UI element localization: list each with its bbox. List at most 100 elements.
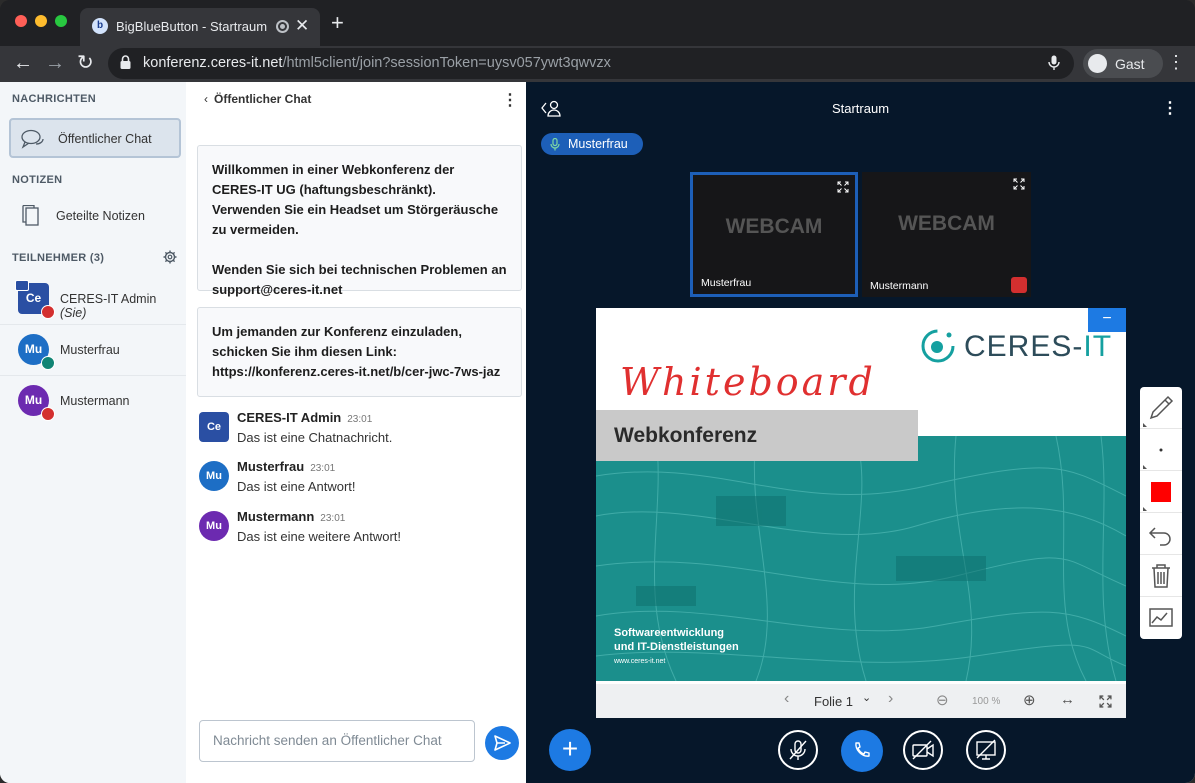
participant-item[interactable]: Ce CERES-IT Admin (Sie) bbox=[0, 275, 186, 325]
tab-title: BigBlueButton - Startraum bbox=[116, 19, 268, 34]
browser-toolbar: ← → ↻ konferenz.ceres-it.net/html5client… bbox=[0, 46, 1195, 82]
profile-button[interactable]: Gast bbox=[1083, 49, 1163, 78]
browser-menu-icon[interactable]: ⋮ bbox=[1167, 52, 1185, 73]
send-button[interactable] bbox=[485, 726, 519, 760]
slide-subtitle: Softwareentwicklung und IT-Dienstleistung… bbox=[614, 626, 739, 654]
notes-heading: NOTIZEN bbox=[12, 174, 63, 186]
options-menu-icon[interactable]: ⋮ bbox=[1162, 98, 1178, 118]
zoom-out-icon[interactable]: ⊖ bbox=[936, 691, 949, 709]
invite-message: Um jemanden zur Konferenz einzuladen, sc… bbox=[197, 307, 522, 397]
recording-icon bbox=[276, 20, 289, 33]
minimize-presentation-button[interactable]: − bbox=[1088, 308, 1126, 332]
invite-link[interactable]: https://konferenz.ceres-it.net/b/cer-jwc… bbox=[212, 362, 507, 382]
webcam-label: WEBCAM bbox=[898, 212, 995, 235]
sidebar-item-shared-notes[interactable]: Geteilte Notizen bbox=[9, 197, 181, 237]
browser-tab[interactable]: b BigBlueButton - Startraum ✕ bbox=[80, 8, 320, 46]
phone-icon bbox=[855, 742, 870, 757]
participant-item[interactable]: Mu Mustermann bbox=[0, 377, 186, 427]
presentation-toolbar: ‹ Folie 1 ⌄ › ⊖ 100 % ⊕ ↔ bbox=[596, 684, 1126, 718]
microphone-icon bbox=[550, 138, 560, 151]
talking-indicator[interactable]: Musterfrau bbox=[541, 133, 643, 155]
fit-width-icon[interactable]: ↔ bbox=[1060, 691, 1075, 708]
participant-name: CERES-IT Admin bbox=[60, 292, 157, 306]
screenshare-off-icon bbox=[976, 739, 996, 760]
avatar: Ce bbox=[199, 412, 229, 442]
avatar: Mu bbox=[199, 461, 229, 491]
message-author: CERES-IT Admin bbox=[237, 410, 342, 425]
participants-heading: TEILNEHMER (3) bbox=[12, 252, 105, 264]
tab-bar: b BigBlueButton - Startraum ✕ + bbox=[0, 0, 1195, 46]
slide-selector[interactable]: Folie 1 bbox=[814, 694, 853, 709]
chat-message: Ce CERES-IT Admin 23:01 Das ist eine Chat… bbox=[199, 410, 519, 454]
webcam-tile[interactable]: WEBCAM Mustermann bbox=[862, 172, 1031, 297]
room-title: Startraum bbox=[831, 101, 890, 116]
user-list-sidebar: NACHRICHTEN Öffentlicher Chat NOTIZEN Ge… bbox=[0, 82, 186, 783]
undo-tool[interactable] bbox=[1140, 513, 1182, 555]
logo-left: CERES- bbox=[964, 330, 1084, 363]
address-bar[interactable]: konferenz.ceres-it.net/html5client/join?… bbox=[108, 48, 1074, 79]
share-screen-button[interactable] bbox=[966, 730, 1006, 770]
mute-button[interactable] bbox=[778, 730, 818, 770]
gear-icon[interactable] bbox=[163, 250, 177, 264]
ceres-logo-text: CERES-IT bbox=[964, 330, 1112, 364]
slide-title: Webkonferenz bbox=[614, 424, 758, 447]
zoom-in-icon[interactable]: ⊕ bbox=[1023, 691, 1036, 709]
actions-button[interactable]: + bbox=[549, 729, 591, 771]
participant-item[interactable]: Mu Musterfrau bbox=[0, 326, 186, 376]
webcam-tile[interactable]: WEBCAM Musterfrau bbox=[690, 172, 858, 297]
color-tool[interactable] bbox=[1140, 471, 1182, 513]
chat-header[interactable]: ‹ Öffentlicher Chat bbox=[204, 92, 311, 106]
new-tab-button[interactable]: + bbox=[331, 12, 344, 34]
invite-text: Um jemanden zur Konferenz einzuladen, sc… bbox=[212, 324, 462, 359]
self-suffix: (Sie) bbox=[60, 306, 87, 320]
support-text: Wenden Sie sich bei technischen Probleme… bbox=[212, 262, 507, 297]
message-author: Musterfrau bbox=[237, 459, 305, 474]
zoom-level: 100 % bbox=[972, 696, 1001, 707]
fullscreen-icon[interactable] bbox=[837, 181, 849, 193]
close-tab-icon[interactable]: ✕ bbox=[295, 16, 309, 36]
minimize-window-button[interactable] bbox=[35, 15, 47, 27]
multi-user-tool[interactable] bbox=[1140, 597, 1182, 639]
whiteboard-toolbar bbox=[1140, 387, 1182, 639]
subtitle-line: und IT-Dienstleistungen bbox=[614, 641, 739, 653]
shared-notes-label: Geteilte Notizen bbox=[56, 209, 145, 223]
next-slide-icon[interactable]: › bbox=[888, 690, 893, 708]
whiteboard-annotation: Whiteboard bbox=[620, 360, 876, 404]
leave-audio-button[interactable] bbox=[841, 730, 883, 772]
forward-arrow-icon[interactable]: → bbox=[45, 51, 65, 75]
maximize-window-button[interactable] bbox=[55, 15, 67, 27]
close-window-button[interactable] bbox=[15, 15, 27, 27]
slide-website: www.ceres-it.net bbox=[614, 658, 666, 665]
trash-icon bbox=[1152, 564, 1170, 588]
avatar: Mu bbox=[199, 511, 229, 541]
message-text: Das ist eine Chatnachricht. bbox=[237, 430, 393, 445]
pencil-tool[interactable] bbox=[1140, 387, 1182, 429]
reload-icon[interactable]: ↻ bbox=[77, 51, 94, 75]
chat-options-icon[interactable]: ⋮ bbox=[502, 90, 518, 110]
sidebar-item-public-chat[interactable]: Öffentlicher Chat bbox=[9, 118, 181, 158]
logo-right: IT bbox=[1083, 330, 1113, 363]
message-text: Das ist eine Antwort! bbox=[237, 479, 356, 494]
previous-slide-icon[interactable]: ‹ bbox=[784, 690, 789, 708]
webcam-user-name: Musterfrau bbox=[701, 277, 752, 289]
fullscreen-icon[interactable] bbox=[1013, 178, 1025, 190]
color-swatch-icon bbox=[1143, 482, 1171, 511]
clear-tool[interactable] bbox=[1140, 555, 1182, 597]
muted-mic-icon bbox=[789, 740, 807, 760]
share-webcam-button[interactable] bbox=[903, 730, 943, 770]
presentation-slide[interactable]: CERES-IT Whiteboard Webkonferenz Softwar… bbox=[596, 308, 1126, 718]
chat-message: Mu Mustermann 23:01 Das ist eine weitere … bbox=[199, 509, 519, 553]
ceres-logo-icon bbox=[921, 329, 955, 363]
browser-window: b BigBlueButton - Startraum ✕ + ← → ↻ ko… bbox=[0, 0, 1195, 783]
presenter-icon bbox=[15, 280, 29, 291]
message-text: Das ist eine weitere Antwort! bbox=[237, 529, 402, 544]
back-arrow-icon[interactable]: ← bbox=[13, 51, 33, 75]
chevron-down-icon: ⌄ bbox=[862, 692, 872, 704]
fullscreen-icon[interactable] bbox=[1099, 695, 1112, 708]
microphone-icon[interactable] bbox=[1048, 55, 1060, 71]
thickness-tool[interactable] bbox=[1140, 429, 1182, 471]
messages-heading: NACHRICHTEN bbox=[12, 93, 96, 105]
message-time: 23:01 bbox=[320, 513, 346, 524]
chat-input[interactable] bbox=[213, 733, 463, 748]
presentation-area: Startraum ⋮ Musterfrau WEBCAM Musterfrau… bbox=[526, 82, 1195, 783]
